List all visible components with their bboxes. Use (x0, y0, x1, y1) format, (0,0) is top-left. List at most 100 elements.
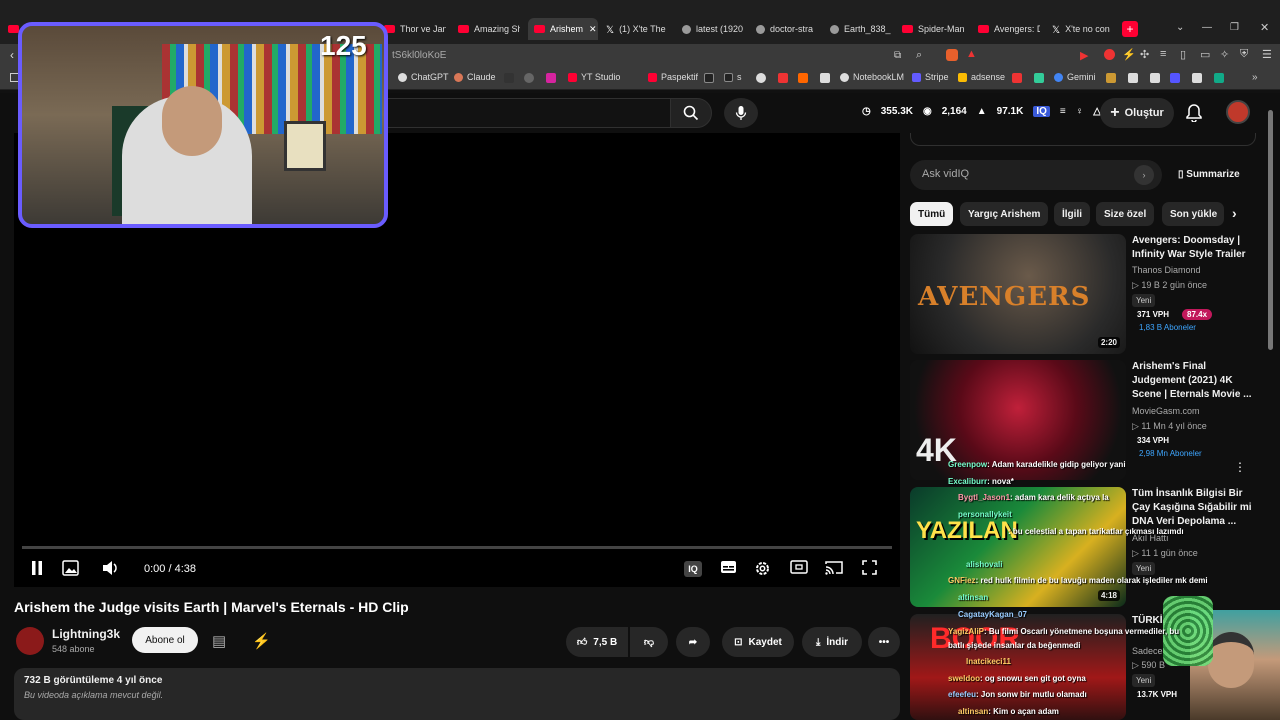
channel-avatar[interactable] (16, 627, 44, 655)
progress-bar[interactable] (22, 546, 892, 549)
bookmark-s[interactable]: s (724, 72, 742, 82)
video-card-title[interactable]: Avengers: Doomsday | Infinity War Style … (1132, 234, 1254, 262)
translate-extension-icon[interactable]: ⚡ (1122, 48, 1136, 61)
back-icon[interactable]: ‹ (10, 48, 14, 62)
browser-tab[interactable]: Spider-Man (902, 18, 964, 40)
bookmark-paspektif[interactable]: Paspektif (648, 72, 698, 82)
fullscreen-icon[interactable] (862, 560, 877, 578)
video-thumbnail[interactable]: 4K (910, 360, 1126, 480)
browser-tab[interactable]: latest (1920 (682, 18, 744, 40)
minimize-icon[interactable]: — (1202, 22, 1212, 33)
recommended-video[interactable]: AVENGERS 2:20 Avengers: Doomsday | Infin… (910, 234, 1260, 354)
chip-for-you[interactable]: Size özel (1096, 202, 1155, 226)
subscribe-button[interactable]: Abone ol (132, 627, 198, 653)
bookmark-chatgpt[interactable]: ChatGPT (398, 72, 449, 82)
lightning-icon[interactable]: ⚡ (252, 632, 271, 650)
browser-tab[interactable]: doctor-stra (756, 18, 818, 40)
chip-all[interactable]: Tümü (910, 202, 954, 226)
bookmark-icon[interactable] (1128, 73, 1138, 83)
chevron-right-icon[interactable]: › (1232, 205, 1237, 221)
browser-tab[interactable]: 𝕏 X'te no con (1052, 18, 1114, 40)
bookmark-gemini[interactable]: Gemini (1054, 72, 1096, 82)
bookmark-icon[interactable] (798, 73, 808, 83)
browser-tab[interactable]: Amazing Sh (458, 18, 520, 40)
theater-mode-icon[interactable] (790, 560, 808, 577)
instagram-bookmark-icon[interactable] (546, 73, 556, 83)
tab-list-icon[interactable]: ⌄ (1176, 22, 1184, 33)
browser-tab[interactable]: 𝕏 (1) X'te The (606, 18, 668, 40)
summarize-button[interactable]: ▯ Summarize (1178, 169, 1240, 180)
ask-vidiq-input[interactable]: Ask vidIQ (910, 160, 1162, 190)
zoom-icon[interactable]: ⌕ (916, 49, 922, 62)
recommended-video[interactable]: 4K Arishem's Final Judgement (2021) 4K S… (910, 360, 1260, 480)
more-vertical-icon[interactable]: ⋮ (1234, 460, 1246, 474)
record-extension-icon[interactable] (1104, 49, 1115, 60)
bookmark-icon[interactable] (1150, 73, 1160, 83)
extensions-icon[interactable]: ✣ (1140, 48, 1149, 61)
pause-icon[interactable] (30, 560, 44, 579)
download-button[interactable]: ⤓ İndir (802, 627, 862, 657)
avatar[interactable] (1226, 100, 1250, 124)
video-thumbnail[interactable]: AVENGERS 2:20 (910, 234, 1126, 354)
bookmark-icon[interactable] (1170, 73, 1180, 83)
list-icon[interactable]: ≡ (1060, 106, 1066, 117)
threads-bookmark-icon[interactable] (524, 73, 534, 83)
recommended-video[interactable]: YAZILAN 4:18 Tüm İnsanlık Bilgisi Bir Ça… (910, 487, 1260, 607)
vidiq-icon[interactable]: IQ (1033, 106, 1050, 117)
vidiq-player-icon[interactable]: IQ (684, 561, 702, 577)
github-bookmark-icon[interactable] (756, 73, 766, 83)
tiktok-bookmark-icon[interactable] (704, 73, 714, 83)
cast-icon[interactable] (825, 560, 843, 578)
bookmark-icon[interactable] (778, 73, 788, 83)
bookmark-stripe[interactable]: Stripe (912, 72, 949, 82)
channel-name[interactable]: Lightning3k (52, 627, 120, 641)
restore-icon[interactable]: ❐ (1230, 22, 1239, 33)
subtitles-icon[interactable] (720, 560, 737, 577)
bookmark-icon[interactable] (1106, 73, 1116, 83)
video-thumbnail[interactable]: YAZILAN 4:18 (910, 487, 1126, 607)
lightbulb-icon[interactable]: ♀ (1076, 106, 1084, 117)
playlist-icon[interactable]: ≡ (1160, 48, 1166, 60)
browser-tab-active[interactable]: Arishem ✕ (528, 18, 598, 40)
browser-tab[interactable]: Avengers: D (978, 18, 1040, 40)
search-input[interactable] (380, 98, 670, 128)
video-card-channel[interactable]: Akıl Hattı (1132, 533, 1169, 543)
like-button[interactable]: 👍︎ 7,5 B (566, 627, 628, 657)
chip-related[interactable]: İlgili (1054, 202, 1090, 226)
youtube-extension-icon[interactable]: ▶ (1080, 49, 1088, 62)
browser-tab[interactable]: Thor ve Jan (384, 18, 446, 40)
dislike-button[interactable]: 👎︎ (630, 627, 668, 657)
new-tab-button[interactable]: + (1122, 21, 1138, 37)
browser-tab[interactable]: Earth_838_ (830, 18, 892, 40)
video-thumbnail[interactable]: BOOR (910, 614, 1126, 720)
chip-arishem[interactable]: Yargıç Arishem (960, 202, 1049, 226)
search-button[interactable] (670, 98, 712, 128)
close-window-icon[interactable]: ✕ (1260, 21, 1269, 34)
video-card-channel[interactable]: Thanos Diamond (1132, 265, 1201, 275)
bookmark-icon[interactable] (1214, 73, 1224, 83)
sidebar-icon[interactable]: ▯ (1180, 48, 1186, 61)
more-bookmarks-icon[interactable]: » (1252, 72, 1258, 83)
bookmark-adsense[interactable]: adsense (958, 72, 1005, 82)
brave-shield-icon[interactable] (946, 49, 958, 61)
chevron-right-icon[interactable]: › (1134, 165, 1154, 185)
miniplayer-image-icon[interactable] (62, 560, 79, 579)
video-card-channel[interactable]: MovieGasm.com (1132, 406, 1200, 416)
rewards-icon[interactable]: ▲ (966, 48, 977, 60)
close-tab-icon[interactable]: ✕ (589, 24, 597, 35)
vpn-icon[interactable]: ⛨ (1240, 48, 1248, 61)
voice-search-button[interactable] (724, 98, 758, 128)
bookmark-icon[interactable] (1034, 73, 1044, 83)
more-actions-button[interactable]: ••• (868, 627, 900, 657)
bookmark-notebooklm[interactable]: NotebookLM (840, 72, 904, 82)
leo-ai-icon[interactable]: ✧ (1220, 48, 1229, 61)
bookmark-icon[interactable] (1192, 73, 1202, 83)
scrollbar-thumb[interactable] (1268, 110, 1273, 350)
video-card-title[interactable]: Tüm İnsanlık Bilgisi Bir Çay Kaşığına Sı… (1132, 487, 1254, 529)
bookmark-icon[interactable] (820, 73, 830, 83)
bell-icon[interactable] (1186, 104, 1202, 126)
video-card-title[interactable]: Arishem's Final Judgement (2021) 4K Scen… (1132, 360, 1254, 402)
x-bookmark-icon[interactable] (504, 73, 514, 83)
bookmark-icon[interactable] (1012, 73, 1022, 83)
bookmark-yt-studio[interactable]: YT Studio (568, 72, 620, 82)
